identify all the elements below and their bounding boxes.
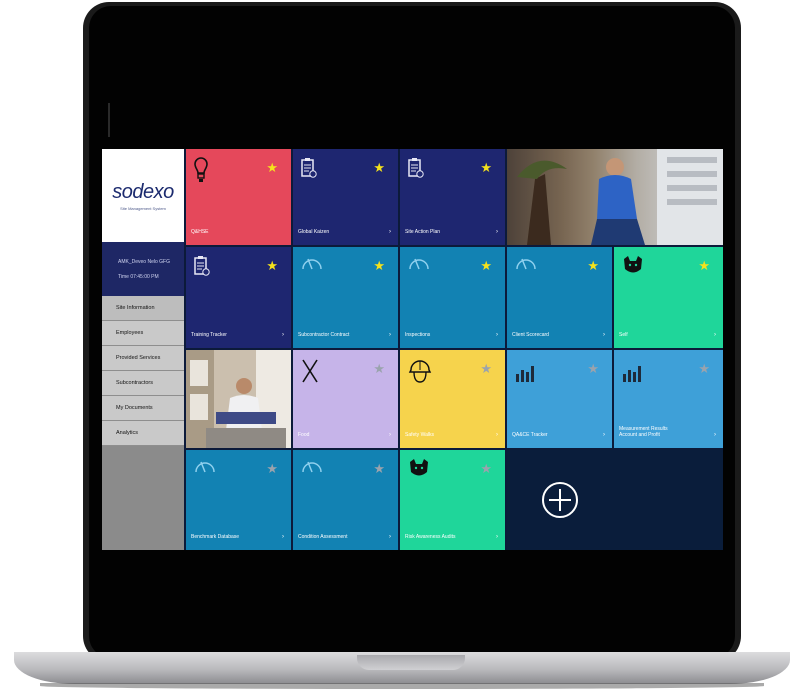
cat-icon <box>410 459 428 476</box>
laptop-shadow <box>40 683 764 689</box>
chevron-right-icon: › <box>496 229 498 235</box>
lightbulb-icon <box>194 157 208 182</box>
favorite-star-icon[interactable]: ★ <box>266 161 278 174</box>
favorite-star-icon[interactable]: ★ <box>480 259 492 272</box>
add-tile-button[interactable] <box>507 450 723 550</box>
favorite-star-icon[interactable]: ★ <box>698 259 710 272</box>
clipboard-icon <box>194 256 210 276</box>
tile-label: Self <box>619 332 628 338</box>
chevron-right-icon: › <box>282 534 284 540</box>
cat-icon <box>624 256 642 273</box>
chevron-right-icon: › <box>714 332 716 338</box>
favorite-star-icon[interactable]: ★ <box>373 362 385 375</box>
favorite-star-icon[interactable]: ★ <box>373 462 385 475</box>
sidebar-item-provided-services[interactable]: Provided Services <box>102 346 184 371</box>
chevron-right-icon: › <box>389 229 391 235</box>
photo-office-image <box>186 350 291 448</box>
photo-worker-image <box>507 149 723 245</box>
chevron-right-icon: › <box>389 432 391 438</box>
favorite-star-icon[interactable]: ★ <box>373 259 385 272</box>
tile-measurement-results[interactable]: ★ Measurement Results Account and Profit… <box>614 350 723 448</box>
laptop-notch <box>357 655 465 670</box>
tile-label: Q&HSE <box>191 229 209 235</box>
sidebar-item-subcontractors[interactable]: Subcontractors <box>102 371 184 396</box>
tile-qace-tracker[interactable]: ★ QA&CE Tracker › <box>507 350 612 448</box>
tile-label: Site Action Plan <box>405 229 441 235</box>
tile-inspections[interactable]: ★ Inspections › <box>400 247 505 348</box>
tile-label: QA&CE Tracker <box>512 432 548 438</box>
tile-label: Global Kaizen <box>298 229 330 235</box>
user-name: AMK_Deveo Nelo GFG <box>118 258 170 265</box>
tile-label: Condition Assessment <box>298 534 348 540</box>
sidebar-item-my-documents[interactable]: My Documents <box>102 396 184 421</box>
bar-chart-icon <box>516 366 534 382</box>
tile-client-scorecard[interactable]: ★ Client Scorecard › <box>507 247 612 348</box>
tile-label: Inspections <box>405 332 431 338</box>
sidebar-item-analytics[interactable]: Analytics <box>102 421 184 446</box>
tile-label: Food <box>298 432 310 438</box>
favorite-star-icon[interactable]: ★ <box>480 362 492 375</box>
tile-self[interactable]: ★ Self › <box>614 247 723 348</box>
favorite-star-icon[interactable]: ★ <box>698 362 710 375</box>
tile-condition-assessment[interactable]: ★ Condition Assessment › <box>293 450 398 550</box>
favorite-star-icon[interactable]: ★ <box>373 161 385 174</box>
tile-qhse[interactable]: ★ Q&HSE <box>186 149 291 245</box>
sidebar-item-site-information[interactable]: Site Information <box>102 296 184 321</box>
tile-safety-walks[interactable]: ★ Safety Walks › <box>400 350 505 448</box>
photo-scene <box>186 350 291 448</box>
favorite-star-icon[interactable]: ★ <box>587 362 599 375</box>
tile-global-kaizen[interactable]: ★ Global Kaizen › <box>293 149 398 245</box>
chevron-right-icon: › <box>603 332 605 338</box>
tile-label: Client Scorecard <box>512 332 549 338</box>
bar-chart-icon <box>623 366 641 382</box>
favorite-star-icon[interactable]: ★ <box>480 462 492 475</box>
sidebar-item-employees[interactable]: Employees <box>102 321 184 346</box>
tile-label: Training Tracker <box>191 332 227 338</box>
chevron-right-icon: › <box>389 534 391 540</box>
tile-label: Risk Awareness Audits <box>405 534 456 540</box>
chevron-right-icon: › <box>496 332 498 338</box>
chevron-right-icon: › <box>714 432 716 438</box>
tile-label: Safety Walks <box>405 432 434 438</box>
favorite-star-icon[interactable]: ★ <box>587 259 599 272</box>
gauge-icon <box>516 258 536 270</box>
clipboard-icon <box>408 158 424 178</box>
tile-label: Benchmark Database <box>191 534 240 540</box>
sidebar: sodexo Site Management System AMK_Deveo … <box>102 149 184 550</box>
chevron-right-icon: › <box>496 432 498 438</box>
gauge-icon <box>302 258 322 270</box>
tile-training-tracker[interactable]: ★ Training Tracker › <box>186 247 291 348</box>
user-time: Time 07:45:00 PM <box>118 273 159 280</box>
photo-scene <box>507 149 723 245</box>
gauge-icon <box>302 461 322 473</box>
gauge-icon <box>409 258 429 270</box>
chevron-right-icon: › <box>603 432 605 438</box>
app-screen: sodexo Site Management System AMK_Deveo … <box>102 149 723 550</box>
clipboard-icon <box>301 158 317 178</box>
logo-text: sodexo <box>112 180 174 203</box>
tile-food[interactable]: ★ Food › <box>293 350 398 448</box>
favorite-star-icon[interactable]: ★ <box>266 462 278 475</box>
favorite-star-icon[interactable]: ★ <box>266 259 278 272</box>
user-info: AMK_Deveo Nelo GFG Time 07:45:00 PM <box>102 242 184 296</box>
chevron-right-icon: › <box>389 332 391 338</box>
hardhat-icon <box>408 360 432 383</box>
sidebar-menu: Site Information Employees Provided Serv… <box>102 296 184 446</box>
tile-label: Measurement Results Account and Profit <box>619 426 668 438</box>
chevron-right-icon: › <box>496 534 498 540</box>
tile-benchmark-database[interactable]: ★ Benchmark Database › <box>186 450 291 550</box>
favorite-star-icon[interactable]: ★ <box>480 161 492 174</box>
logo-subtitle: Site Management System <box>120 205 166 211</box>
cutlery-icon <box>302 359 318 383</box>
gauge-icon <box>195 461 215 473</box>
plus-circle-icon <box>542 482 578 518</box>
tile-site-action-plan[interactable]: ★ Site Action Plan › <box>400 149 505 245</box>
chevron-right-icon: › <box>282 332 284 338</box>
tile-subcontractor-contract[interactable]: ★ Subcontractor Contract › <box>293 247 398 348</box>
bezel-mark <box>108 103 110 137</box>
tile-label: Subcontractor Contract <box>298 332 350 338</box>
logo[interactable]: sodexo Site Management System <box>102 149 184 242</box>
tile-risk-awareness-audits[interactable]: ★ Risk Awareness Audits › <box>400 450 505 550</box>
